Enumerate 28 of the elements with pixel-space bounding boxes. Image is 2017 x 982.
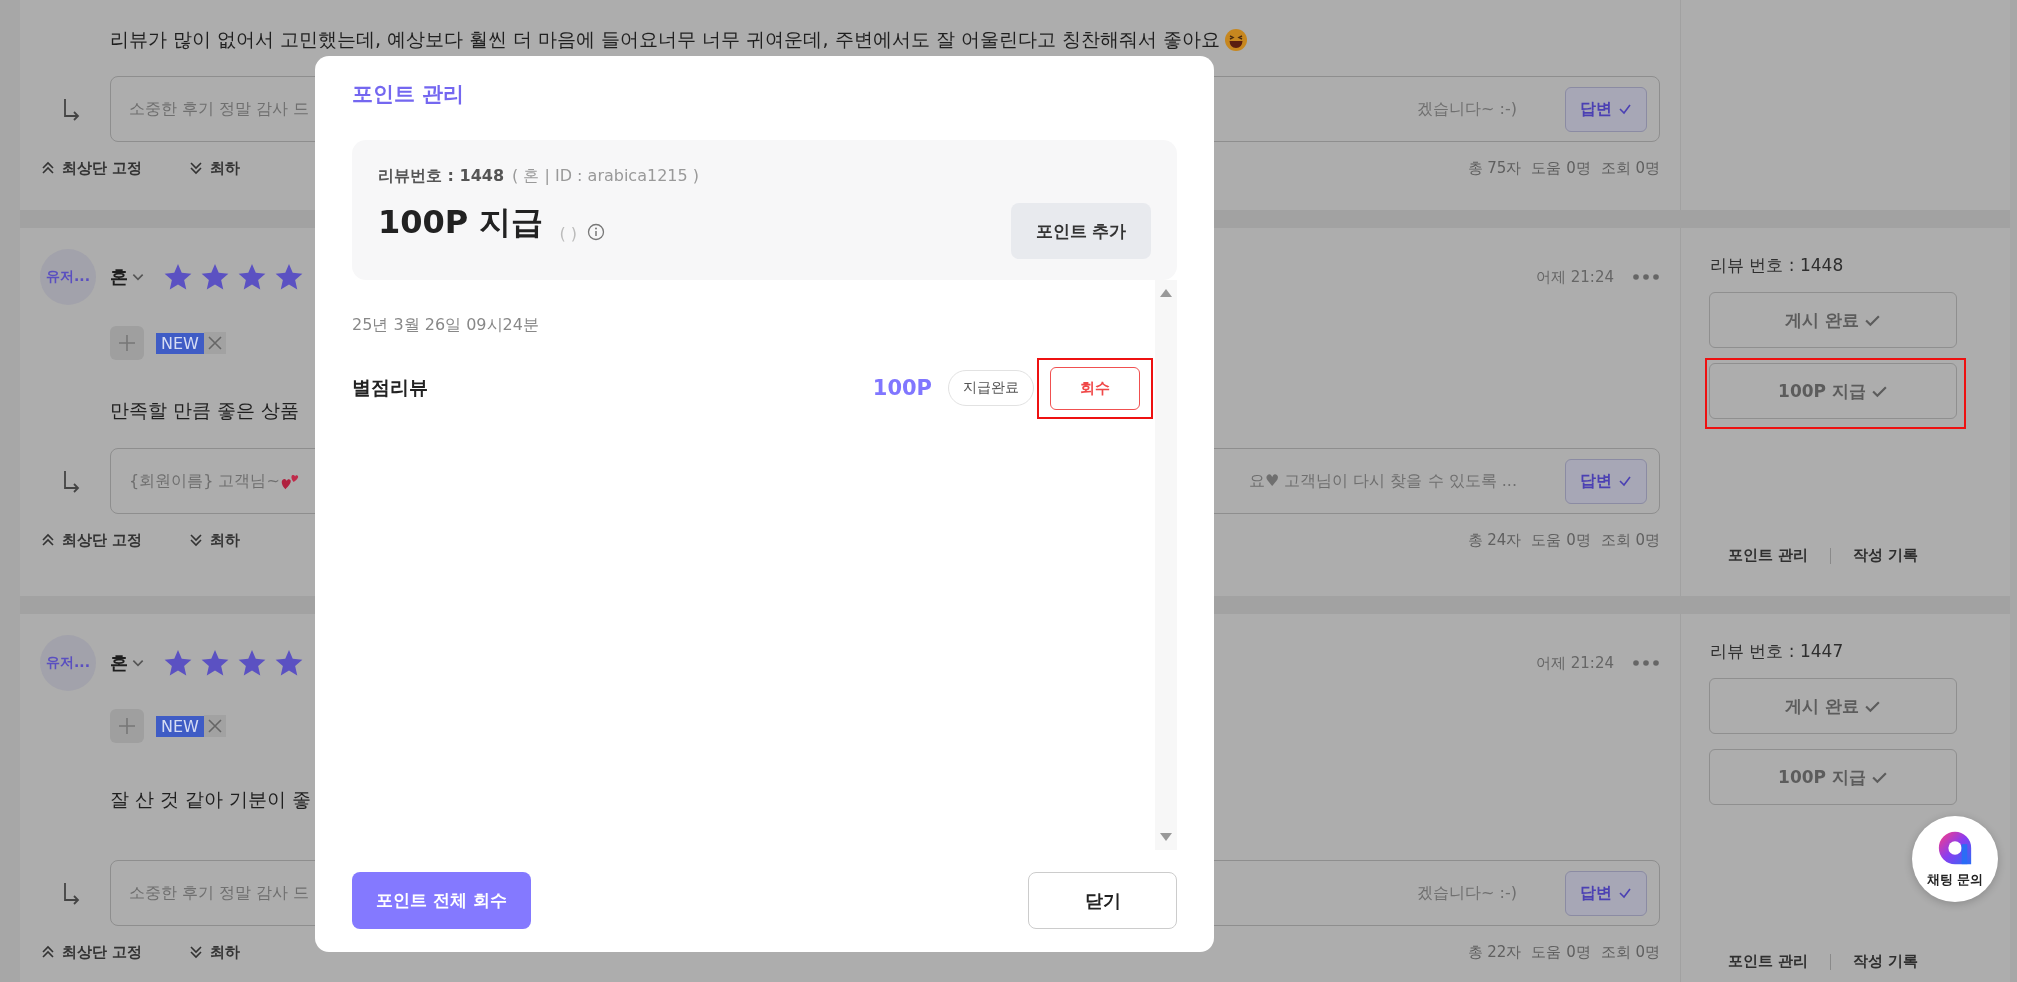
review-stat: 조회 0명	[1600, 530, 1660, 550]
review-text: 리뷰가 많이 없어서 고민했는데, 예상보다 훨씬 더 마음에 들어요너무 너무 귀여운데, 주변에서도 잘 어울린다고 칭찬해줘서 좋아요	[110, 27, 1220, 52]
review-stat: 조회 0명	[1600, 158, 1660, 178]
amount-note: ( )	[559, 224, 577, 245]
review-stat: 총 24자	[1467, 530, 1522, 550]
review-stat: 도움 0명	[1531, 158, 1591, 178]
review-time: 어제 21:24	[1536, 267, 1614, 287]
tag-badge: NEW	[156, 332, 204, 354]
review-meta: ( 혼 | ID : arabica1215 )	[512, 166, 699, 187]
review-label: 리뷰번호 : 1448	[378, 166, 505, 187]
review-stat: 조회 0명	[1600, 942, 1660, 962]
entry-points: 100P	[872, 376, 932, 400]
amount-title: 100P 지급	[378, 202, 544, 243]
review-stat: 도움 0명	[1531, 942, 1591, 962]
review-stat: 도움 0명	[1531, 530, 1591, 550]
avatar: 유저...	[40, 635, 96, 691]
review-number: 리뷰 번호 : 1447	[1710, 640, 1845, 663]
review-time: 어제 21:24	[1536, 653, 1614, 673]
modal-title: 포인트 관리	[352, 81, 466, 108]
review-stat: 총 22자	[1467, 942, 1522, 962]
review-text: 잘 산 것 같아 기분이 좋	[110, 787, 312, 812]
review-text: 만족할 만큼 좋은 상품	[110, 398, 300, 423]
entry-date: 25년 3월 26일 09시24분	[352, 315, 540, 336]
entry-title: 별점리뷰	[352, 375, 428, 400]
review-stat: 총 75자	[1467, 158, 1522, 178]
avatar: 유저...	[40, 249, 96, 305]
tag-badge: NEW	[156, 715, 204, 737]
review-number: 리뷰 번호 : 1448	[1710, 254, 1845, 277]
